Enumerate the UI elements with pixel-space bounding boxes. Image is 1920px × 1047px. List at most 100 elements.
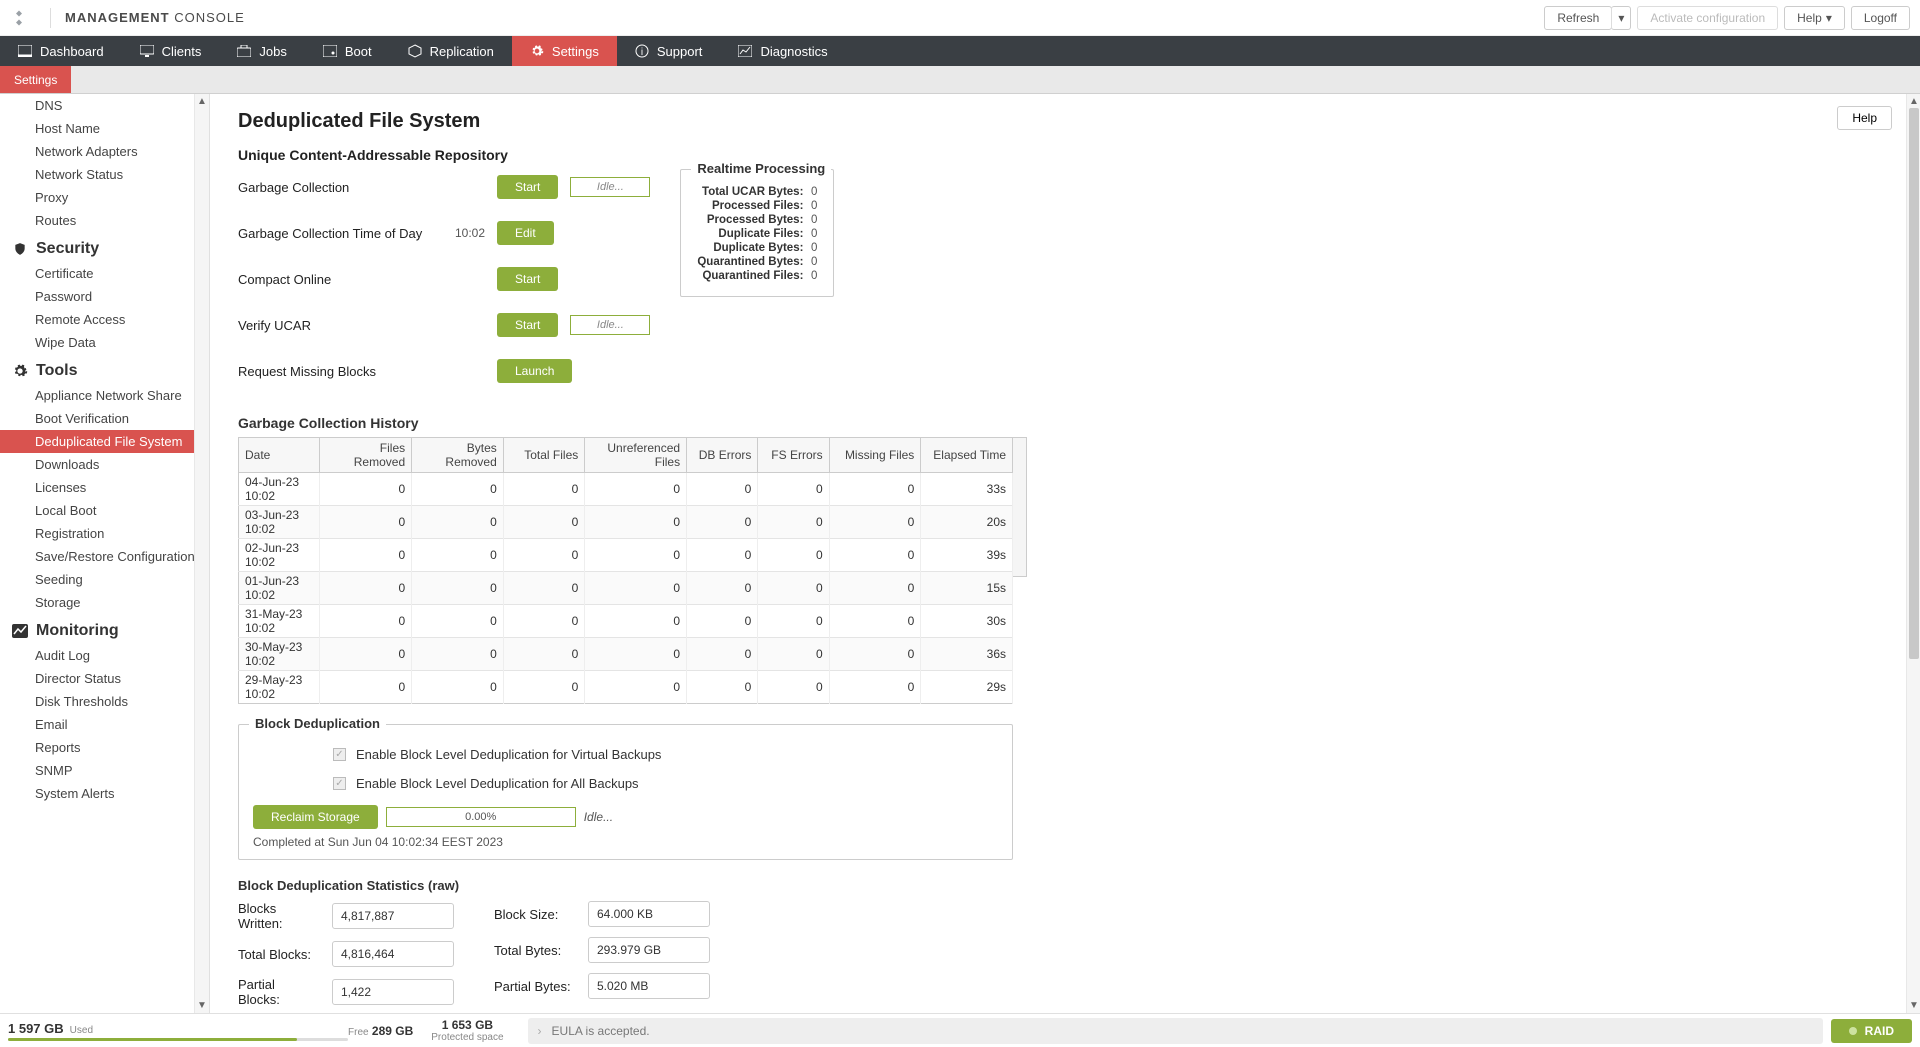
gch-col-header[interactable]: Elapsed Time: [921, 438, 1013, 473]
table-cell: 0: [687, 605, 758, 638]
gch-col-header[interactable]: Missing Files: [829, 438, 921, 473]
app-logo-icon: [10, 9, 28, 27]
info-icon: i: [635, 44, 649, 58]
table-cell: 0: [412, 539, 504, 572]
dashboard-icon: [18, 44, 32, 58]
gch-table: DateFiles RemovedBytes RemovedTotal File…: [238, 437, 1013, 704]
scrollbar-thumb[interactable]: [1909, 108, 1919, 659]
refresh-button[interactable]: Refresh: [1544, 6, 1612, 30]
stats-title: Block Deduplication Statistics (raw): [238, 878, 1892, 893]
sidebar-item-wipe-data[interactable]: Wipe Data: [0, 331, 209, 354]
gch-col-header[interactable]: DB Errors: [687, 438, 758, 473]
table-row[interactable]: 29-May-23 10:02000000029s: [239, 671, 1013, 704]
table-cell: 0: [687, 473, 758, 506]
table-row[interactable]: 02-Jun-23 10:02000000039s: [239, 539, 1013, 572]
gc-tod-edit-button[interactable]: Edit: [497, 221, 554, 245]
sidebar-item-storage[interactable]: Storage: [0, 591, 209, 614]
help-button[interactable]: Help ▾: [1784, 6, 1845, 30]
partial-blocks-label: Partial Blocks:: [238, 977, 320, 1007]
table-row[interactable]: 03-Jun-23 10:02000000020s: [239, 506, 1013, 539]
request-launch-button[interactable]: Launch: [497, 359, 572, 383]
gc-start-button[interactable]: Start: [497, 175, 558, 199]
sidebar-item-registration[interactable]: Registration: [0, 522, 209, 545]
sidebar-item-local-boot[interactable]: Local Boot: [0, 499, 209, 522]
free-label: Free: [348, 1027, 369, 1038]
table-row[interactable]: 01-Jun-23 10:02000000015s: [239, 572, 1013, 605]
verify-start-button[interactable]: Start: [497, 313, 558, 337]
table-cell: 04-Jun-23 10:02: [239, 473, 320, 506]
gch-col-header[interactable]: Date: [239, 438, 320, 473]
gch-col-header[interactable]: Unreferenced Files: [585, 438, 687, 473]
gch-scrollbar[interactable]: [1013, 437, 1027, 577]
checkbox-all-backups[interactable]: ✓: [333, 777, 346, 790]
logoff-button[interactable]: Logoff: [1851, 6, 1910, 30]
reclaim-storage-button[interactable]: Reclaim Storage: [253, 805, 378, 829]
blocks-written-value: [332, 903, 454, 929]
sidebar-scrollbar[interactable]: ▲ ▼: [194, 94, 209, 1013]
subtab-settings[interactable]: Settings: [0, 66, 71, 93]
eula-banner[interactable]: › EULA is accepted.: [528, 1018, 1823, 1044]
sidebar-item-director-status[interactable]: Director Status: [0, 667, 209, 690]
sidebar-item-password[interactable]: Password: [0, 285, 209, 308]
table-cell: 0: [829, 506, 921, 539]
scroll-up-icon: ▲: [197, 96, 207, 107]
table-row[interactable]: 04-Jun-23 10:02000000033s: [239, 473, 1013, 506]
table-row[interactable]: 30-May-23 10:02000000036s: [239, 638, 1013, 671]
table-cell: 0: [829, 572, 921, 605]
table-cell: 0: [585, 671, 687, 704]
table-cell: 0: [412, 572, 504, 605]
nav-diagnostics[interactable]: Diagnostics: [720, 36, 845, 66]
main-nav: Dashboard Clients Jobs Boot Replication …: [0, 36, 1920, 66]
sidebar-item-licenses[interactable]: Licenses: [0, 476, 209, 499]
activate-configuration-button[interactable]: Activate configuration: [1637, 6, 1778, 30]
svg-text:i: i: [641, 47, 643, 58]
nav-replication[interactable]: Replication: [390, 36, 512, 66]
sidebar-item-email[interactable]: Email: [0, 713, 209, 736]
gch-col-header[interactable]: Bytes Removed: [412, 438, 504, 473]
table-cell: 29-May-23 10:02: [239, 671, 320, 704]
footer: 1 597 GBUsed Free 289 GB 1 653 GB Protec…: [0, 1013, 1920, 1047]
table-cell: 0: [320, 506, 412, 539]
sidebar-item-audit-log[interactable]: Audit Log: [0, 644, 209, 667]
sidebar-item-network-status[interactable]: Network Status: [0, 163, 209, 186]
sidebar-item-deduplicated-file-system[interactable]: Deduplicated File System: [0, 430, 209, 453]
scroll-down-icon: ▼: [1909, 1000, 1919, 1011]
gch-col-header[interactable]: Total Files: [503, 438, 584, 473]
compact-start-button[interactable]: Start: [497, 267, 558, 291]
sidebar-item-boot-verification[interactable]: Boot Verification: [0, 407, 209, 430]
sidebar-item-remote-access[interactable]: Remote Access: [0, 308, 209, 331]
eula-text: EULA is accepted.: [552, 1024, 650, 1038]
page-help-button[interactable]: Help: [1837, 106, 1892, 130]
sidebar-item-downloads[interactable]: Downloads: [0, 453, 209, 476]
sidebar-item-routes[interactable]: Routes: [0, 209, 209, 232]
content-scrollbar[interactable]: ▲ ▼: [1906, 94, 1920, 1013]
table-row[interactable]: 31-May-23 10:02000000030s: [239, 605, 1013, 638]
table-cell: 0: [412, 638, 504, 671]
sidebar-item-save-restore-configuration[interactable]: Save/Restore Configuration: [0, 545, 209, 568]
sidebar-item-seeding[interactable]: Seeding: [0, 568, 209, 591]
nav-settings[interactable]: Settings: [512, 36, 617, 66]
sidebar-item-system-alerts[interactable]: System Alerts: [0, 782, 209, 805]
sidebar-item-appliance-network-share[interactable]: Appliance Network Share: [0, 384, 209, 407]
sidebar-item-disk-thresholds[interactable]: Disk Thresholds: [0, 690, 209, 713]
raid-badge[interactable]: RAID: [1831, 1019, 1912, 1043]
sidebar-item-snmp[interactable]: SNMP: [0, 759, 209, 782]
nav-support[interactable]: iSupport: [617, 36, 721, 66]
gch-col-header[interactable]: Files Removed: [320, 438, 412, 473]
table-cell: 02-Jun-23 10:02: [239, 539, 320, 572]
checkbox-virtual-backups[interactable]: ✓: [333, 748, 346, 761]
nav-boot[interactable]: Boot: [305, 36, 390, 66]
nav-jobs[interactable]: Jobs: [219, 36, 304, 66]
ucar-title: Unique Content-Addressable Repository: [238, 147, 1892, 163]
sidebar-item-network-adapters[interactable]: Network Adapters: [0, 140, 209, 163]
sidebar-item-proxy[interactable]: Proxy: [0, 186, 209, 209]
gch-col-header[interactable]: FS Errors: [758, 438, 829, 473]
nav-dashboard[interactable]: Dashboard: [0, 36, 122, 66]
refresh-dropdown-button[interactable]: ▾: [1611, 6, 1631, 30]
storage-bar: [8, 1038, 348, 1041]
sidebar-item-host-name[interactable]: Host Name: [0, 117, 209, 140]
sidebar-item-dns[interactable]: DNS: [0, 94, 209, 117]
nav-clients[interactable]: Clients: [122, 36, 220, 66]
sidebar-item-certificate[interactable]: Certificate: [0, 262, 209, 285]
sidebar-item-reports[interactable]: Reports: [0, 736, 209, 759]
